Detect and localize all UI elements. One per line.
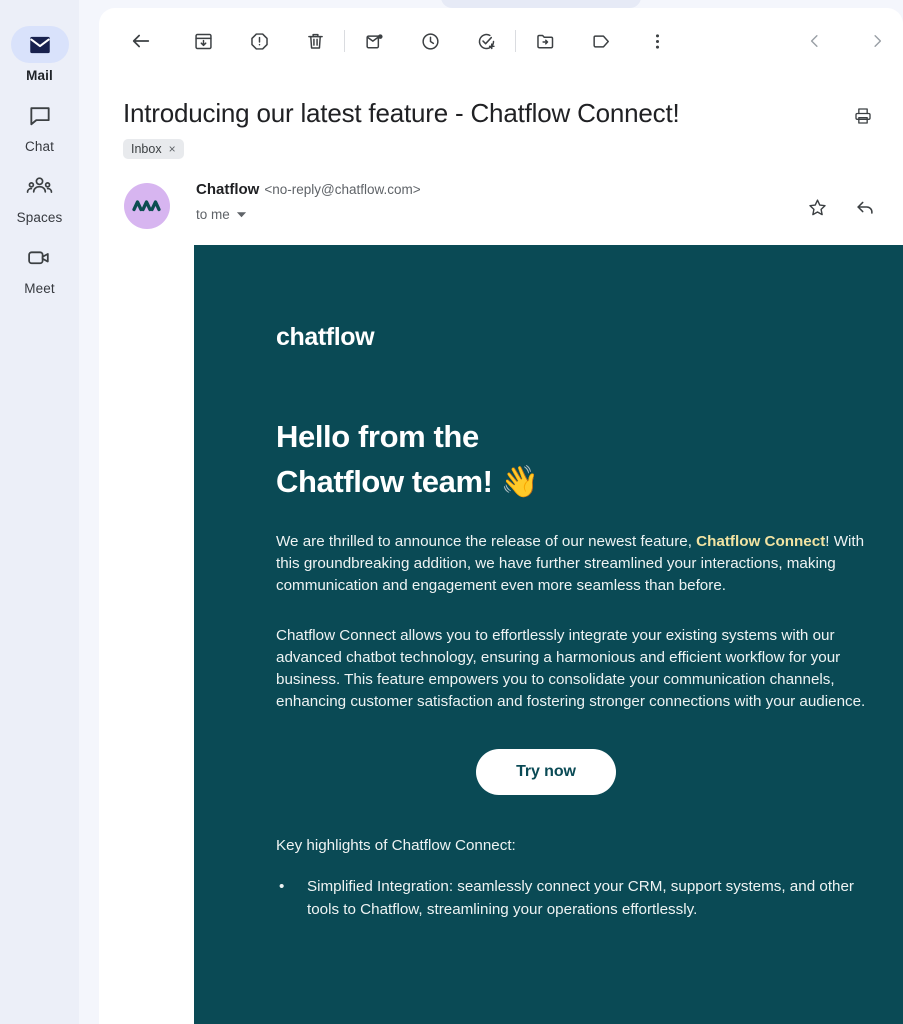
rail-label-mail: Mail [26, 68, 53, 83]
rail-label-spaces: Spaces [16, 210, 63, 225]
rail-item-spaces[interactable]: Spaces [4, 168, 76, 225]
rail-item-meet[interactable]: Meet [4, 239, 76, 296]
hero-heading: Hello from the Chatflow team! 👋 [276, 414, 903, 504]
rail-gap [79, 0, 99, 1024]
recipient-expander[interactable]: to me [196, 207, 247, 222]
brand-logo-text: chatflow [276, 323, 375, 351]
delete-button[interactable] [295, 21, 335, 61]
video-camera-icon [26, 244, 53, 271]
message-card: Introducing our latest feature - Chatflo… [99, 8, 903, 1024]
toolbar-divider-2 [515, 30, 516, 52]
paragraph-1-highlight: Chatflow Connect [696, 533, 826, 550]
list-item: • Simplified Integration: seamlessly con… [276, 876, 876, 920]
sender-email: <no-reply@chatflow.com> [264, 182, 421, 197]
list-item-text: Simplified Integration: seamlessly conne… [307, 878, 854, 918]
rail-item-mail[interactable]: Mail [4, 26, 76, 83]
subject-row: Introducing our latest feature - Chatflo… [123, 74, 881, 159]
sender-line: Chatflow <no-reply@chatflow.com> [196, 181, 801, 199]
mark-unread-button[interactable] [354, 21, 394, 61]
try-now-button[interactable]: Try now [476, 749, 616, 796]
rail-pill-chat [11, 97, 69, 134]
archive-button[interactable] [183, 21, 223, 61]
rail-pill-mail [10, 26, 69, 63]
recipient-label: to me [196, 207, 230, 222]
more-options-button[interactable] [637, 21, 677, 61]
sender-actions [801, 191, 881, 223]
cta-row: Try now [276, 749, 816, 796]
reply-button[interactable] [849, 191, 881, 223]
labels-button[interactable] [581, 21, 621, 61]
rail-pill-spaces [11, 168, 69, 205]
hero-line-2-wrap: Chatflow team! 👋 [276, 459, 903, 504]
avatar [124, 183, 170, 229]
page-title: Introducing our latest feature - Chatflo… [123, 98, 680, 128]
print-button[interactable] [845, 98, 881, 134]
gmail-message-view: Mail Chat Spaces Meet Introducing our la… [0, 0, 903, 1024]
rail-item-chat[interactable]: Chat [4, 97, 76, 154]
rail-pill-meet [11, 239, 69, 276]
star-button[interactable] [801, 191, 833, 223]
envelope-icon [27, 32, 53, 58]
sender-row: Chatflow <no-reply@chatflow.com> to me [124, 181, 881, 229]
email-body-inner: chatflow Hello from the Chatflow team! 👋… [194, 245, 903, 921]
subject-column: Introducing our latest feature - Chatflo… [123, 96, 845, 159]
snooze-button[interactable] [410, 21, 450, 61]
back-button[interactable] [121, 21, 161, 61]
key-highlights-list: • Simplified Integration: seamlessly con… [276, 876, 903, 920]
sender-name: Chatflow [196, 181, 260, 198]
search-bar-partial[interactable] [441, 0, 641, 8]
chevron-down-icon [236, 209, 247, 220]
report-spam-button[interactable] [239, 21, 279, 61]
hero-line-1: Hello from the [276, 419, 479, 454]
email-body: chatflow Hello from the Chatflow team! 👋… [194, 245, 903, 1024]
rail-label-meet: Meet [24, 281, 55, 296]
label-chip-inbox[interactable]: Inbox × [123, 139, 184, 159]
newer-message-button[interactable] [795, 21, 835, 61]
body-paragraph-1: We are thrilled to announce the release … [276, 531, 876, 598]
older-message-button[interactable] [857, 21, 897, 61]
toolbar-divider-1 [344, 30, 345, 52]
app-rail: Mail Chat Spaces Meet [0, 0, 79, 1024]
chat-bubble-icon [27, 103, 53, 129]
label-chip-row: Inbox × [123, 139, 845, 159]
body-paragraph-2: Chatflow Connect allows you to effortles… [276, 626, 866, 711]
message-toolbar [99, 8, 903, 74]
hero-line-2: Chatflow team! [276, 464, 493, 499]
paragraph-1-part-a: We are thrilled to announce the release … [276, 533, 697, 550]
close-icon[interactable]: × [169, 142, 176, 156]
label-chip-text: Inbox [131, 142, 162, 156]
rail-label-chat: Chat [25, 139, 54, 154]
bullet-icon: • [279, 878, 285, 896]
sender-info: Chatflow <no-reply@chatflow.com> to me [196, 181, 801, 222]
key-highlights-heading: Key highlights of Chatflow Connect: [276, 837, 516, 855]
add-to-tasks-button[interactable] [466, 21, 506, 61]
move-to-button[interactable] [525, 21, 565, 61]
people-group-icon [26, 173, 53, 200]
waving-hand-icon: 👋 [500, 464, 540, 499]
